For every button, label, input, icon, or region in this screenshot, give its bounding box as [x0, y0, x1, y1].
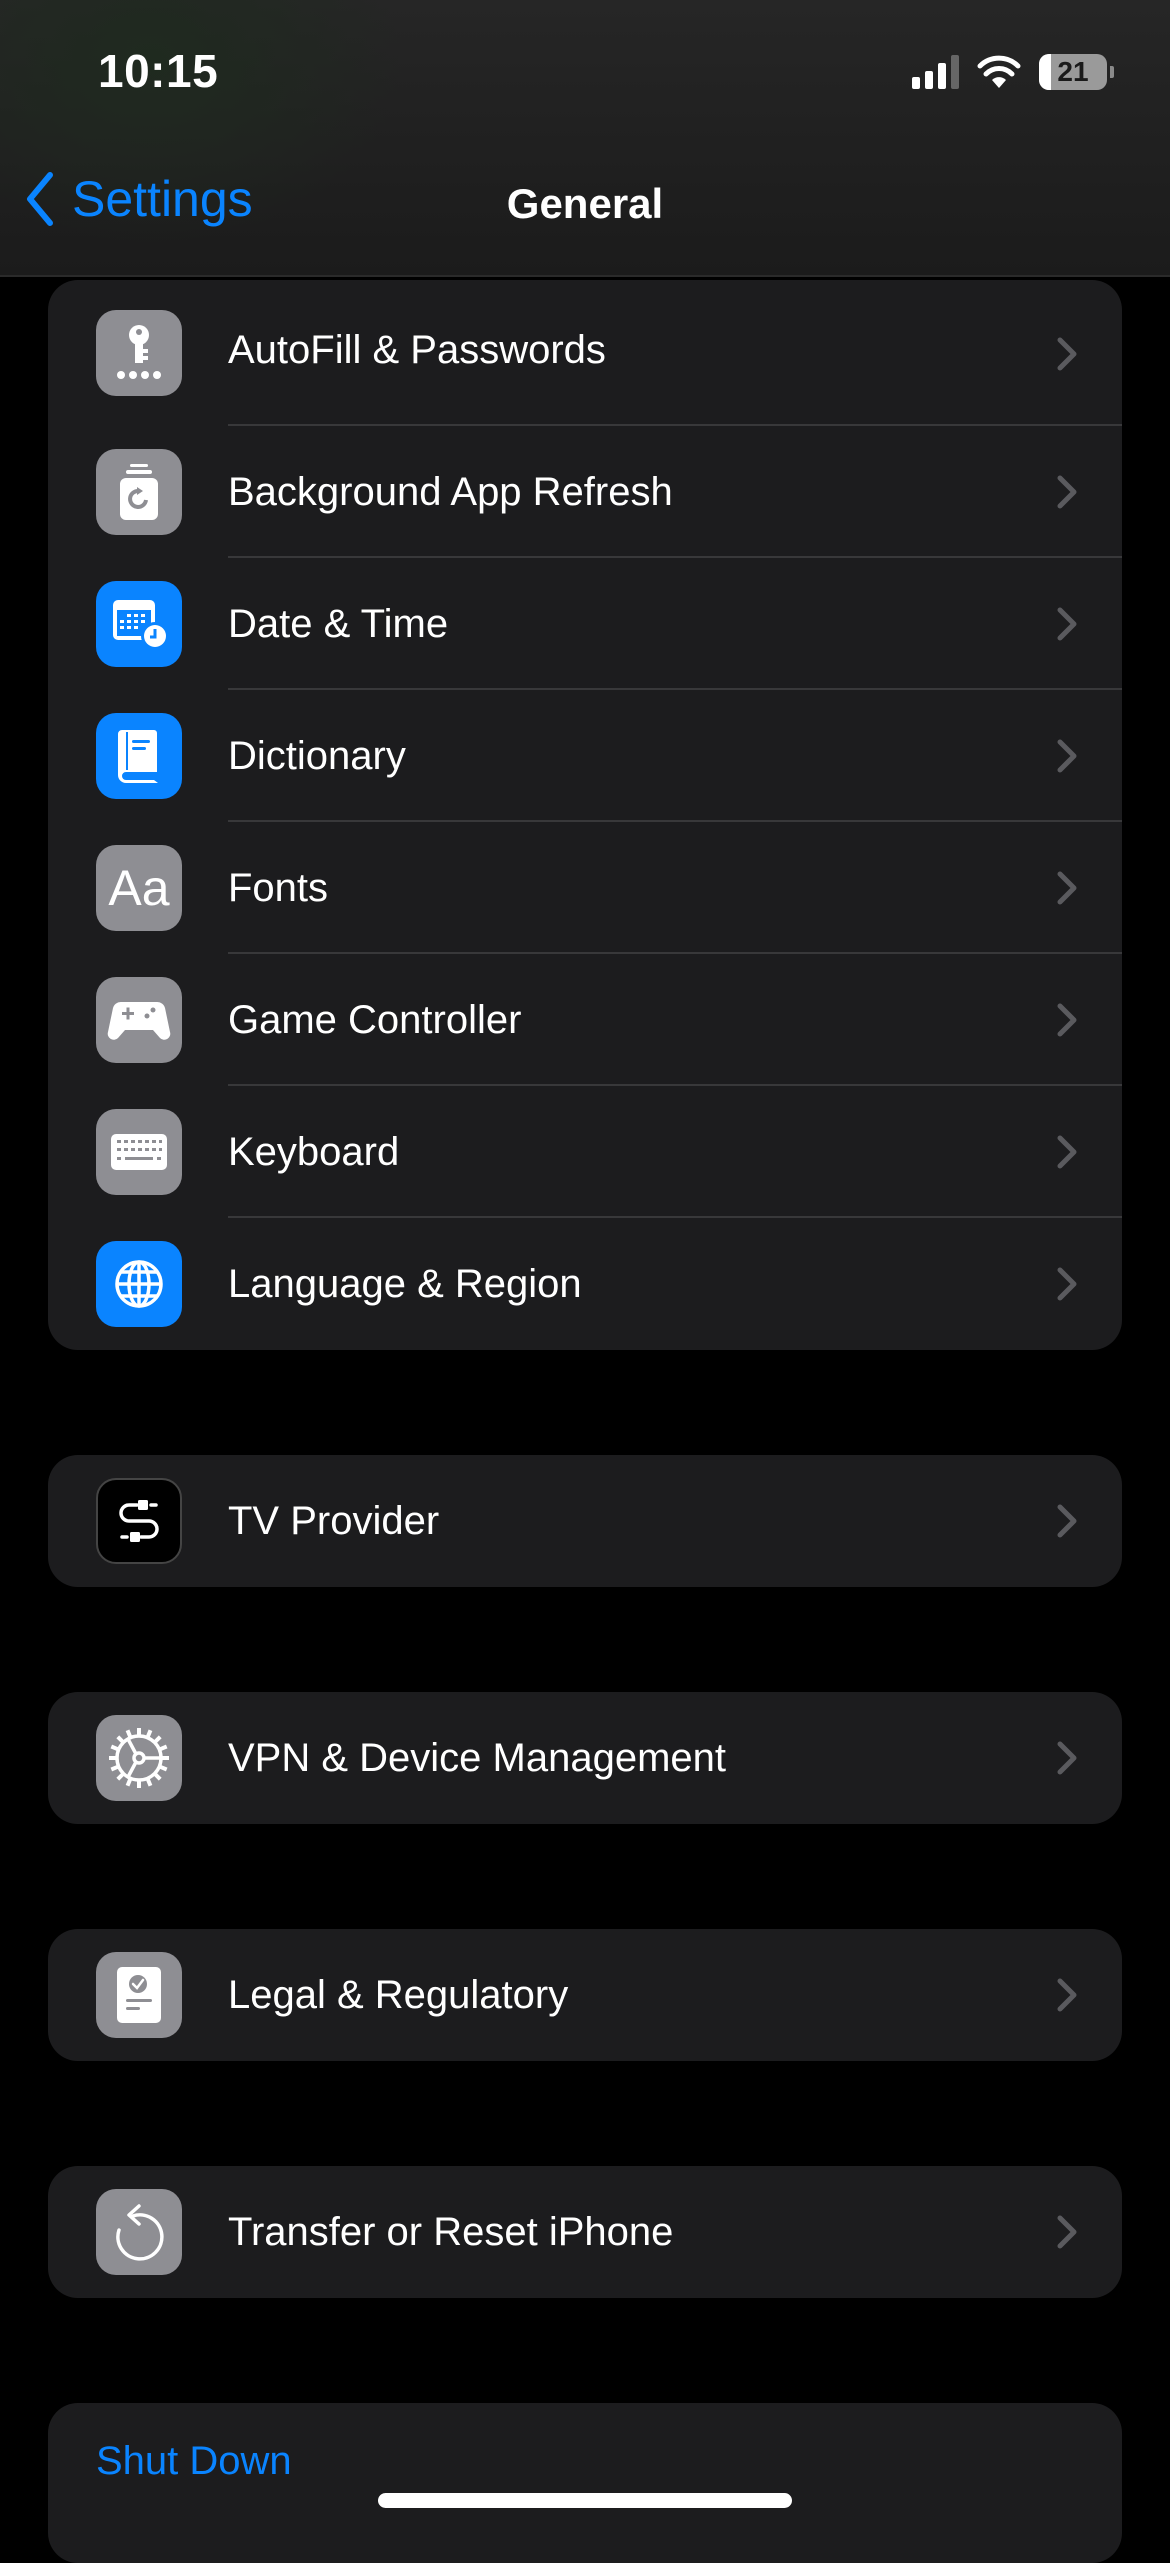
row-tv-provider[interactable]: TV Provider	[48, 1455, 1122, 1587]
shut-down-button[interactable]: Shut Down	[96, 2439, 292, 2484]
row-label: Legal & Regulatory	[228, 1972, 569, 2017]
fonts-glyph: Aa	[108, 860, 170, 916]
status-icons: 21	[912, 54, 1114, 90]
book-icon	[96, 713, 182, 799]
row-dictionary[interactable]: Dictionary	[48, 690, 1122, 822]
page-title: General	[506, 180, 664, 227]
settings-group-general: AutoFill & Passwords Background App Refr…	[48, 280, 1122, 1350]
chevron-right-icon	[1057, 1741, 1077, 1775]
row-label: Transfer or Reset iPhone	[228, 2209, 674, 2254]
settings-group-legal: Legal & Regulatory	[48, 1929, 1122, 2061]
gamecontroller-icon	[96, 977, 182, 1063]
row-label: Background App Refresh	[228, 469, 673, 514]
status-time: 10:15	[98, 45, 219, 97]
row-transfer-reset-iphone[interactable]: Transfer or Reset iPhone	[48, 2166, 1122, 2298]
tv-provider-cable-icon	[96, 1478, 182, 1564]
row-label: Date & Time	[228, 601, 449, 646]
row-label: Dictionary	[228, 733, 406, 778]
app-refresh-icon	[96, 449, 182, 535]
settings-group-shut-down: Shut Down	[48, 2403, 1122, 2563]
row-label: Fonts	[228, 865, 329, 910]
settings-group-transfer-reset: Transfer or Reset iPhone	[48, 2166, 1122, 2298]
key-dots-icon	[96, 310, 182, 396]
settings-group-tv-provider: TV Provider	[48, 1455, 1122, 1587]
certificate-icon	[96, 1952, 182, 2038]
chevron-right-icon	[1057, 739, 1077, 773]
row-label: Game Controller	[228, 997, 522, 1042]
row-date-time[interactable]: Date & Time	[48, 558, 1122, 690]
chevron-right-icon	[1057, 1267, 1077, 1301]
chevron-right-icon	[1057, 1135, 1077, 1169]
row-label: Language & Region	[228, 1261, 582, 1306]
fonts-aa-icon: Aa	[96, 845, 182, 931]
chevron-right-icon	[1057, 607, 1077, 641]
wifi-icon	[977, 55, 1021, 88]
row-keyboard[interactable]: Keyboard	[48, 1086, 1122, 1218]
chevron-right-icon	[1057, 1504, 1077, 1538]
row-label: VPN & Device Management	[228, 1735, 727, 1780]
row-fonts[interactable]: Aa Fonts	[48, 822, 1122, 954]
chevron-right-icon	[1057, 1978, 1077, 2012]
row-label: AutoFill & Passwords	[228, 328, 606, 372]
calendar-clock-icon	[96, 581, 182, 667]
settings-group-vpn: VPN & Device Management	[48, 1692, 1122, 1824]
gear-icon	[96, 1715, 182, 1801]
globe-icon	[96, 1241, 182, 1327]
chevron-right-icon	[1057, 475, 1077, 509]
row-vpn-device-management[interactable]: VPN & Device Management	[48, 1692, 1122, 1824]
row-language-region[interactable]: Language & Region	[48, 1218, 1122, 1350]
chevron-right-icon	[1057, 337, 1077, 371]
chevron-right-icon	[1057, 1003, 1077, 1037]
row-game-controller[interactable]: Game Controller	[48, 954, 1122, 1086]
keyboard-icon	[96, 1109, 182, 1195]
chevron-right-icon	[1057, 871, 1077, 905]
row-label: Keyboard	[228, 1129, 400, 1174]
row-label: TV Provider	[228, 1498, 440, 1543]
navigation-header: 10:15 21 Settings General	[0, 0, 1170, 277]
row-legal-regulatory[interactable]: Legal & Regulatory	[48, 1929, 1122, 2061]
battery-level: 21	[1057, 56, 1089, 87]
row-autofill-passwords[interactable]: AutoFill & Passwords	[48, 280, 1122, 426]
row-background-app-refresh[interactable]: Background App Refresh	[48, 426, 1122, 558]
home-indicator[interactable]	[378, 2493, 792, 2508]
cellular-signal-icon	[912, 55, 959, 89]
battery-icon: 21	[1039, 54, 1107, 90]
chevron-right-icon	[1057, 2215, 1077, 2249]
reset-arrow-icon	[96, 2189, 182, 2275]
